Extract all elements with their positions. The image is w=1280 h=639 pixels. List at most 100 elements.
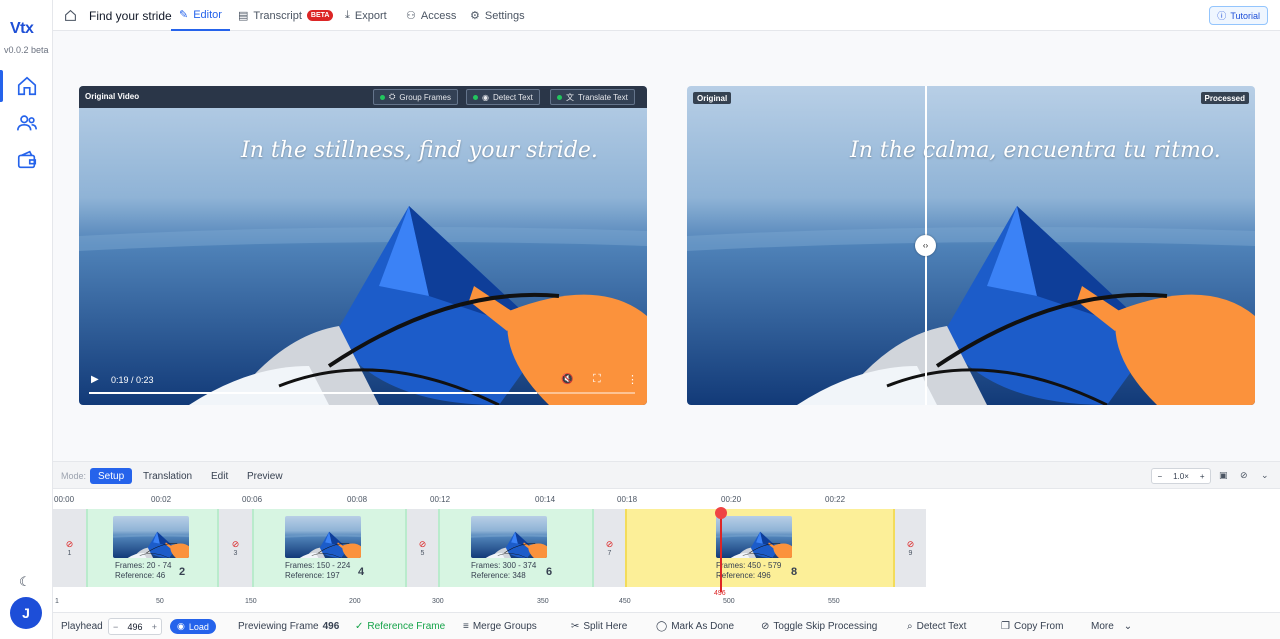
save-icon[interactable]: ▣ bbox=[1219, 470, 1228, 481]
sidebar: Vtx v0.0.2 beta ☾ J bbox=[0, 0, 53, 639]
tab-editor[interactable]: ✎ Editor bbox=[171, 0, 230, 31]
edit-icon: ✎ bbox=[179, 9, 189, 21]
translate-icon: 文 bbox=[566, 92, 574, 102]
tab-settings[interactable]: ⚙ Settings bbox=[470, 0, 525, 31]
tab-transcript[interactable]: ▤ Transcript BETA bbox=[238, 0, 334, 31]
hide-icon[interactable]: ⊘ bbox=[1240, 470, 1248, 481]
ruler-time-label: 00:22 bbox=[825, 495, 846, 504]
chevron-down-icon[interactable]: ⌄ bbox=[1261, 470, 1269, 481]
play-icon[interactable]: ▶ bbox=[91, 374, 99, 385]
playhead-input[interactable]: 496 bbox=[127, 622, 142, 632]
group-icon: ⛭ bbox=[389, 92, 396, 101]
compare-frame-image bbox=[687, 86, 1255, 405]
detect-text-button[interactable]: ◉ Detect Text bbox=[466, 89, 540, 105]
frame-group-segment-selected[interactable]: Frames: 450 - 579 Reference: 496 8 bbox=[625, 509, 895, 587]
sidebar-wallet-button[interactable] bbox=[0, 144, 53, 176]
timeline-track[interactable]: ⊘ 1 Frames: 20 - 74 Reference: 46 2 ⊘ 3 F… bbox=[53, 509, 926, 587]
compare-slider-handle-icon[interactable]: ‹› bbox=[915, 235, 936, 256]
ruler-frame-label: 350 bbox=[537, 598, 549, 605]
segment-info: Frames: 20 - 74 Reference: 46 bbox=[115, 561, 172, 580]
reference-frame-button[interactable]: ✓ Reference Frame bbox=[355, 621, 445, 632]
sidebar-users-button[interactable] bbox=[0, 107, 53, 139]
ruler-frame-label: 550 bbox=[828, 598, 840, 605]
scissors-icon: ✂ bbox=[571, 621, 580, 632]
frame-group-segment[interactable]: Frames: 150 - 224 Reference: 197 4 bbox=[252, 509, 407, 587]
search-icon: ⌕ bbox=[907, 621, 913, 632]
detect-text-toolbar-button[interactable]: ⌕ Detect Text bbox=[907, 621, 966, 632]
mode-tab-edit[interactable]: Edit bbox=[203, 468, 236, 484]
segment-number: 2 bbox=[179, 566, 186, 578]
user-avatar[interactable]: J bbox=[10, 597, 42, 629]
zoom-in-button[interactable]: + bbox=[1200, 472, 1205, 481]
original-label: Original bbox=[693, 92, 732, 104]
tutorial-button[interactable]: ⓘ Tutorial bbox=[1209, 6, 1268, 25]
status-dot bbox=[473, 94, 478, 100]
top-nav: Find your stride ✎ Editor ▤ Transcript B… bbox=[53, 0, 1280, 31]
zoom-out-button[interactable]: − bbox=[1157, 472, 1162, 481]
split-here-button[interactable]: ✂ Split Here bbox=[571, 621, 627, 632]
more-button[interactable]: More ⌄ bbox=[1091, 621, 1132, 632]
skip-segment[interactable]: ⊘ 5 bbox=[407, 509, 438, 587]
mute-icon[interactable]: 🔇 bbox=[561, 374, 573, 385]
playhead-stepper[interactable]: − 496 + bbox=[108, 618, 162, 635]
original-video-header: Original Video ⛭ Group Frames ◉ Detect Tex… bbox=[79, 86, 647, 108]
translate-text-button[interactable]: 文 Translate Text bbox=[550, 89, 635, 105]
mode-tab-setup[interactable]: Setup bbox=[90, 468, 133, 484]
merge-groups-button[interactable]: ≡ Merge Groups bbox=[463, 621, 537, 632]
chevron-down-icon: ⌄ bbox=[1123, 621, 1133, 632]
fullscreen-icon[interactable]: ⛶ bbox=[593, 373, 601, 386]
video-controls: ▶ 0:19 / 0:23 🔇 ⛶ ⋮ bbox=[79, 365, 647, 405]
mode-tab-preview[interactable]: Preview bbox=[239, 468, 291, 484]
skip-segment[interactable]: ⊘ 9 bbox=[895, 509, 926, 587]
compare-video-player: In the calma, encuentra tu ritmo. Origin… bbox=[687, 86, 1255, 405]
zoom-control: − 1.0× + bbox=[1151, 468, 1211, 484]
tab-access[interactable]: ⚇ Access bbox=[406, 0, 456, 31]
stepper-decrement-button[interactable]: − bbox=[113, 622, 118, 632]
segment-number: 8 bbox=[791, 566, 798, 578]
original-video-player[interactable]: Original Video ⛭ Group Frames ◉ Detect Tex… bbox=[79, 86, 647, 405]
frame-group-segment[interactable]: Frames: 300 - 374 Reference: 348 6 bbox=[438, 509, 594, 587]
segment-thumbnail bbox=[113, 516, 189, 558]
ban-icon: ⊘ bbox=[761, 621, 770, 632]
video-time: 0:19 / 0:23 bbox=[111, 375, 154, 385]
playhead-handle[interactable] bbox=[715, 507, 727, 519]
eye-icon: ◉ bbox=[482, 92, 489, 102]
segment-info: Frames: 450 - 579 Reference: 496 bbox=[716, 561, 782, 580]
theme-toggle-moon-icon[interactable]: ☾ bbox=[19, 574, 31, 590]
stepper-increment-button[interactable]: + bbox=[152, 622, 157, 632]
copy-icon: ❐ bbox=[1001, 621, 1010, 632]
app-logo[interactable]: Vtx bbox=[10, 20, 34, 38]
toggle-skip-processing-button[interactable]: ⊘ Toggle Skip Processing bbox=[761, 621, 877, 632]
people-icon: ⚇ bbox=[406, 10, 416, 22]
playhead-line[interactable] bbox=[720, 514, 722, 592]
beta-badge: BETA bbox=[306, 10, 334, 21]
sidebar-home-button[interactable] bbox=[0, 70, 53, 102]
processed-label: Processed bbox=[1200, 92, 1249, 104]
mode-tab-translation[interactable]: Translation bbox=[135, 468, 200, 484]
mark-as-done-button[interactable]: ◯ Mark As Done bbox=[656, 621, 734, 632]
check-icon: ✓ bbox=[355, 621, 364, 632]
help-icon: ⓘ bbox=[1217, 11, 1227, 21]
tab-export[interactable]: ⤓ Export bbox=[345, 0, 387, 31]
video-progress-fill bbox=[89, 392, 537, 394]
video-caption-text: In the stillness, find your stride. bbox=[241, 138, 598, 163]
copy-from-button[interactable]: ❐ Copy From bbox=[1001, 621, 1063, 632]
load-button[interactable]: ◉ Load bbox=[170, 619, 216, 634]
segment-thumbnail bbox=[285, 516, 361, 558]
video-progress-bar[interactable] bbox=[89, 392, 635, 394]
more-options-icon[interactable]: ⋮ bbox=[627, 373, 638, 386]
skip-segment[interactable]: ⊘ 3 bbox=[219, 509, 252, 587]
timeline-panel: Mode: Setup Translation Edit Preview − 1… bbox=[53, 461, 1280, 639]
skip-segment[interactable]: ⊘ 1 bbox=[53, 509, 86, 587]
home-nav-icon[interactable] bbox=[64, 9, 77, 22]
home-icon bbox=[17, 76, 36, 96]
skip-icon: ⊘ bbox=[605, 539, 614, 549]
ruler-time-label: 00:06 bbox=[242, 495, 263, 504]
ruler-time-label: 00:14 bbox=[535, 495, 556, 504]
document-icon: ▤ bbox=[238, 10, 249, 22]
frame-group-segment[interactable]: Frames: 20 - 74 Reference: 46 2 bbox=[86, 509, 219, 587]
ruler-time-label: 00:00 bbox=[54, 495, 75, 504]
skip-segment[interactable]: ⊘ 7 bbox=[594, 509, 625, 587]
group-frames-button[interactable]: ⛭ Group Frames bbox=[373, 89, 458, 105]
segment-thumbnail bbox=[716, 516, 792, 558]
